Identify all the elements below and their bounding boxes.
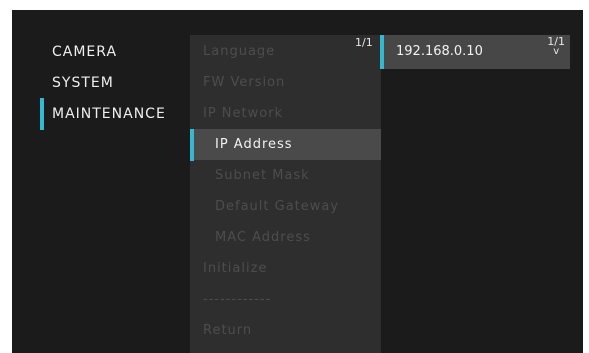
main-menu-item-maintenance[interactable]: MAINTENANCE: [40, 98, 190, 129]
main-menu-item-system[interactable]: SYSTEM: [40, 67, 190, 98]
submenu-item-ip-network[interactable]: IP Network: [190, 98, 381, 129]
submenu-item-fw-version[interactable]: FW Version: [190, 67, 381, 98]
submenu-item-label: Subnet Mask: [215, 168, 310, 183]
value-page-indicator: 1/1 v: [547, 36, 565, 57]
submenu-item-label: Language: [203, 44, 276, 59]
submenu-item-subnet-mask[interactable]: Subnet Mask: [190, 160, 381, 191]
submenu-item-label: IP Address: [215, 137, 293, 152]
main-menu-selection-indicator: [40, 98, 44, 130]
submenu-item-ip-address[interactable]: IP Address: [190, 129, 381, 160]
submenu-item-label: Initialize: [203, 261, 268, 276]
submenu-item-label: Default Gateway: [215, 199, 340, 214]
main-menu-item-camera[interactable]: CAMERA: [40, 36, 190, 67]
submenu-item-initialize[interactable]: Initialize: [190, 253, 381, 284]
submenu-item-label: MAC Address: [215, 230, 311, 245]
chevron-down-icon: v: [553, 46, 560, 57]
submenu-page-indicator: 1/1: [355, 36, 373, 49]
maintenance-submenu: Language FW Version IP Network IP Addres…: [190, 35, 381, 353]
submenu-separator: ------------: [190, 284, 381, 315]
main-menu-item-label: MAINTENANCE: [52, 105, 166, 122]
submenu-selection-indicator: [190, 129, 194, 161]
ip-address-value: 192.168.0.10: [396, 44, 483, 59]
submenu-item-mac-address[interactable]: MAC Address: [190, 222, 381, 253]
submenu-item-label: Return: [203, 323, 253, 338]
submenu-item-label: IP Network: [203, 106, 284, 121]
submenu-item-label: FW Version: [203, 75, 286, 90]
osd-screen: CAMERA SYSTEM MAINTENANCE Language FW Ve…: [12, 10, 583, 353]
main-menu-item-label: SYSTEM: [52, 74, 114, 91]
submenu-item-language[interactable]: Language: [190, 36, 381, 67]
submenu-separator-label: ------------: [203, 292, 272, 307]
submenu-item-default-gateway[interactable]: Default Gateway: [190, 191, 381, 222]
submenu-item-return[interactable]: Return: [190, 315, 381, 346]
ip-address-value-panel[interactable]: 192.168.0.10 1/1 v: [384, 35, 570, 69]
main-menu-item-label: CAMERA: [52, 43, 118, 60]
